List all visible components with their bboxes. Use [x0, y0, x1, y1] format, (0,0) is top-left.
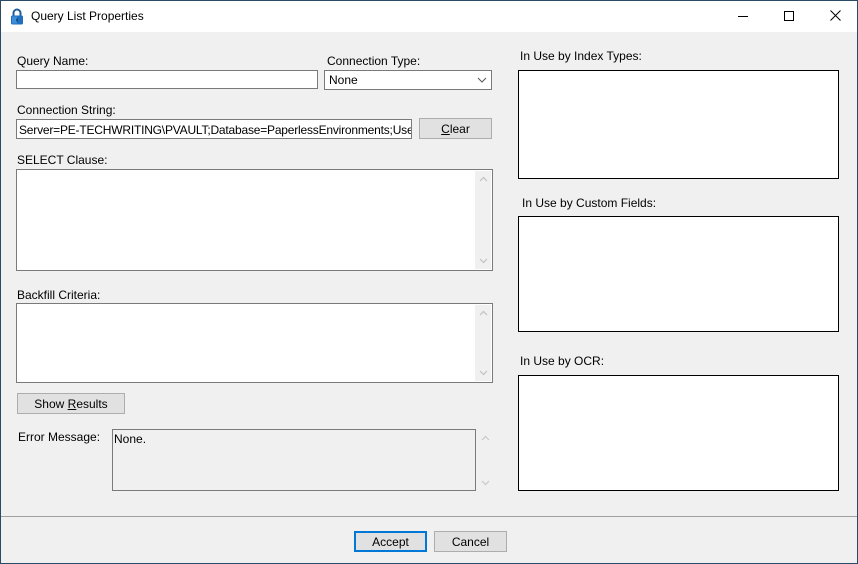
- cancel-button[interactable]: Cancel: [434, 531, 507, 552]
- scroll-up-icon[interactable]: [475, 171, 491, 187]
- custom-fields-list[interactable]: [518, 216, 839, 332]
- scroll-up-icon[interactable]: [475, 305, 491, 321]
- chevron-down-icon: [477, 74, 487, 84]
- window-title: Query List Properties: [31, 9, 144, 23]
- index-types-label: In Use by Index Types:: [520, 49, 642, 63]
- clear-button-label: Clear: [441, 122, 470, 136]
- backfill-criteria-scrollbar[interactable]: [475, 305, 491, 381]
- query-list-properties-dialog: Query List Properties Query Name: Connec…: [0, 0, 858, 564]
- connection-type-value: None: [329, 73, 358, 87]
- ocr-label: In Use by OCR:: [520, 354, 605, 368]
- title-bar[interactable]: Query List Properties: [1, 1, 857, 32]
- accept-button[interactable]: Accept: [354, 531, 427, 552]
- error-scroll-up-icon[interactable]: [477, 430, 493, 446]
- minimize-button[interactable]: [720, 1, 766, 32]
- connection-string-value: Server=PE-TECHWRITING\PVAULT;Database=Pa…: [19, 123, 411, 137]
- index-types-list[interactable]: [518, 70, 839, 179]
- maximize-button[interactable]: [766, 1, 812, 32]
- footer-divider: [1, 516, 857, 517]
- padlock-icon: [10, 8, 24, 25]
- query-name-label: Query Name:: [17, 54, 89, 68]
- show-results-before: Show: [34, 396, 68, 411]
- query-name-input[interactable]: [16, 70, 318, 89]
- error-scroll-down-icon[interactable]: [477, 475, 493, 491]
- show-results-button[interactable]: Show Results: [17, 393, 125, 414]
- error-message-label: Error Message:: [18, 430, 101, 444]
- select-clause-textarea[interactable]: [16, 169, 493, 271]
- backfill-criteria-textarea[interactable]: [16, 303, 493, 383]
- scroll-down-icon[interactable]: [475, 365, 491, 381]
- clear-accel: C: [441, 121, 450, 136]
- minimize-icon: [738, 10, 748, 24]
- connection-string-input[interactable]: Server=PE-TECHWRITING\PVAULT;Database=Pa…: [16, 119, 412, 139]
- show-results-label: Show Results: [34, 397, 107, 411]
- select-clause-scrollbar[interactable]: [475, 171, 491, 269]
- select-clause-label: SELECT Clause:: [17, 153, 108, 167]
- connection-type-select[interactable]: None: [324, 70, 492, 90]
- connection-string-label: Connection String:: [17, 103, 116, 117]
- connection-type-label: Connection Type:: [327, 54, 421, 68]
- close-button[interactable]: [812, 1, 858, 32]
- custom-fields-label: In Use by Custom Fields:: [522, 196, 657, 210]
- show-results-after: esults: [76, 396, 108, 411]
- backfill-criteria-label: Backfill Criteria:: [17, 288, 101, 302]
- close-icon: [829, 9, 841, 24]
- maximize-icon: [784, 10, 794, 24]
- scroll-down-icon[interactable]: [475, 253, 491, 269]
- clear-button[interactable]: Clear: [419, 118, 492, 139]
- error-message-value: None.: [114, 432, 147, 446]
- error-message-box[interactable]: None.: [112, 429, 476, 491]
- clear-rest: lear: [449, 121, 470, 136]
- ocr-list[interactable]: [518, 375, 839, 491]
